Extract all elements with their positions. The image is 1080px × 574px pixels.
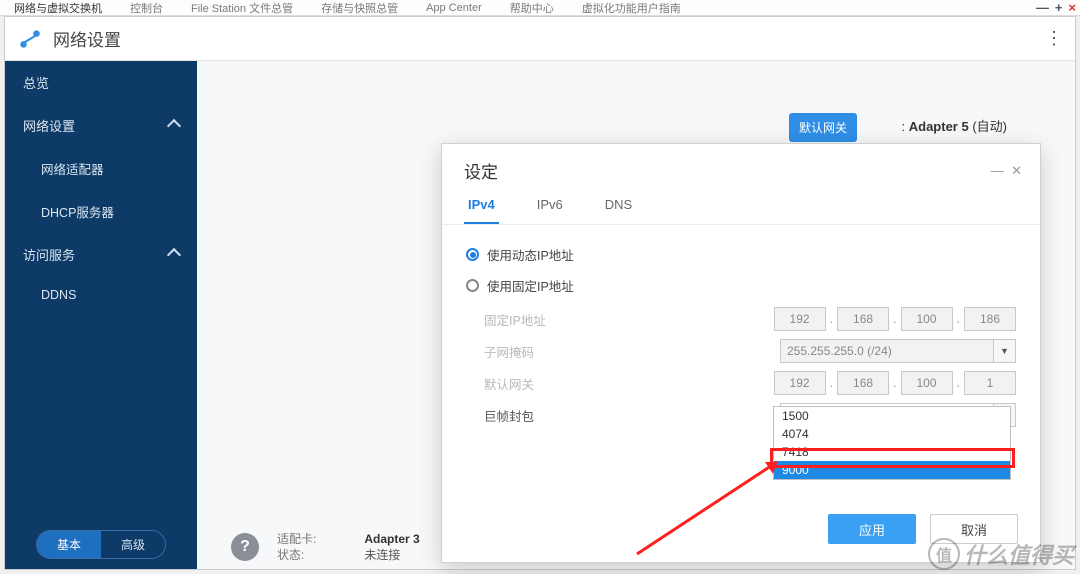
fixed-ip-inputs: . . .: [774, 307, 1016, 331]
view-toggle[interactable]: 基本 高级: [36, 530, 166, 559]
sidebar-item-access-services[interactable]: 访问服务: [5, 233, 197, 276]
adapter-row: ? 适配卡: 状态: Adapter 3 未连接: [231, 531, 420, 563]
dropdown-option[interactable]: 7418: [774, 443, 1010, 461]
modal-title: 设定: [464, 158, 498, 183]
chevron-up-icon: [167, 247, 181, 261]
adapter-name: Adapter 3: [364, 532, 419, 546]
gateway-ip-inputs: . . .: [774, 371, 1016, 395]
window-header: 网络设置 ⋮: [5, 17, 1075, 61]
taskbar-item[interactable]: App Center: [412, 2, 496, 14]
tab-dns[interactable]: DNS: [601, 189, 636, 224]
sidebar-item-network-settings[interactable]: 网络设置: [5, 104, 197, 147]
subnet-select: [780, 339, 994, 363]
default-gateway-button[interactable]: 默认网关: [789, 113, 857, 142]
ip-octet: [901, 307, 953, 331]
minimize-icon[interactable]: —: [1036, 0, 1049, 15]
ip-octet: [837, 371, 889, 395]
window-menu-icon[interactable]: ⋮: [1045, 28, 1063, 49]
modal-close-icon[interactable]: — ✕: [991, 163, 1022, 179]
radio-label: 使用动态IP地址: [487, 245, 574, 264]
ip-octet: [774, 307, 826, 331]
toggle-basic[interactable]: 基本: [37, 531, 101, 558]
toggle-advanced[interactable]: 高级: [101, 531, 165, 558]
settings-modal: 设定 — ✕ IPv4 IPv6 DNS 使用动态IP地址 使用固定IP地址: [441, 143, 1041, 563]
ip-octet: [901, 371, 953, 395]
radio-static-ip[interactable]: 使用固定IP地址: [466, 276, 1016, 295]
sidebar-item-dhcp[interactable]: DHCP服务器: [5, 190, 197, 233]
dropdown-option[interactable]: 4074: [774, 425, 1010, 443]
taskbar-item[interactable]: 存储与快照总管: [307, 0, 412, 16]
dropdown-option[interactable]: 1500: [774, 407, 1010, 425]
window-title: 网络设置: [53, 26, 121, 51]
label-subnet: 子网掩码: [484, 342, 600, 361]
dropdown-option-selected[interactable]: 9000: [774, 461, 1010, 479]
taskbar-item[interactable]: File Station 文件总管: [177, 0, 307, 16]
apply-button[interactable]: 应用: [828, 514, 916, 544]
label-fixed-ip: 固定IP地址: [484, 310, 598, 329]
maximize-icon[interactable]: +: [1055, 0, 1063, 15]
adapter-status-icon: ?: [231, 533, 259, 561]
radio-icon: [466, 248, 479, 261]
label-gateway: 默认网关: [484, 374, 598, 393]
radio-label: 使用固定IP地址: [487, 276, 574, 295]
default-gateway-value: : Adapter 5 (自动): [902, 116, 1008, 135]
close-icon[interactable]: ×: [1068, 0, 1076, 15]
ip-octet: [964, 307, 1016, 331]
sidebar-item-ddns[interactable]: DDNS: [5, 276, 197, 314]
radio-icon: [466, 279, 479, 292]
ip-octet: [774, 371, 826, 395]
chevron-down-icon: ▼: [994, 339, 1016, 363]
taskbar-item[interactable]: 帮助中心: [496, 0, 568, 16]
tab-ipv4[interactable]: IPv4: [464, 189, 499, 224]
tab-ipv6[interactable]: IPv6: [533, 189, 567, 224]
network-logo-icon: [17, 26, 43, 52]
chevron-up-icon: [167, 118, 181, 132]
taskbar-item[interactable]: 虚拟化功能用户指南: [568, 0, 695, 16]
jumbo-dropdown[interactable]: 1500 4074 7418 9000: [773, 406, 1011, 480]
radio-dynamic-ip[interactable]: 使用动态IP地址: [466, 245, 1016, 264]
taskbar-item[interactable]: 控制台: [116, 0, 177, 16]
adapter-status: 未连接: [364, 546, 419, 563]
sidebar: 总览 网络设置 网络适配器 DHCP服务器 访问服务 DDNS 基本 高级: [5, 61, 197, 569]
label: 状态:: [277, 547, 316, 563]
taskbar-item[interactable]: 网络与虚拟交换机: [0, 0, 116, 16]
sidebar-item-adapters[interactable]: 网络适配器: [5, 147, 197, 190]
label-jumbo: 巨帧封包: [484, 406, 600, 425]
main-panel: 默认网关 : Adapter 5 (自动) ⟳ twork ⋮ 📌 网关自动 ⋮…: [197, 61, 1075, 569]
app-window: 网络设置 ⋮ 总览 网络设置 网络适配器 DHCP服务器 访问服务 DDNS 基…: [4, 16, 1076, 570]
sidebar-item-overview[interactable]: 总览: [5, 61, 197, 104]
cancel-button[interactable]: 取消: [930, 514, 1018, 544]
modal-tabs: IPv4 IPv6 DNS: [442, 189, 1040, 225]
label: 适配卡:: [277, 531, 316, 547]
ip-octet: [837, 307, 889, 331]
os-taskbar: 网络与虚拟交换机 控制台 File Station 文件总管 存储与快照总管 A…: [0, 0, 1080, 16]
ip-octet: [964, 371, 1016, 395]
